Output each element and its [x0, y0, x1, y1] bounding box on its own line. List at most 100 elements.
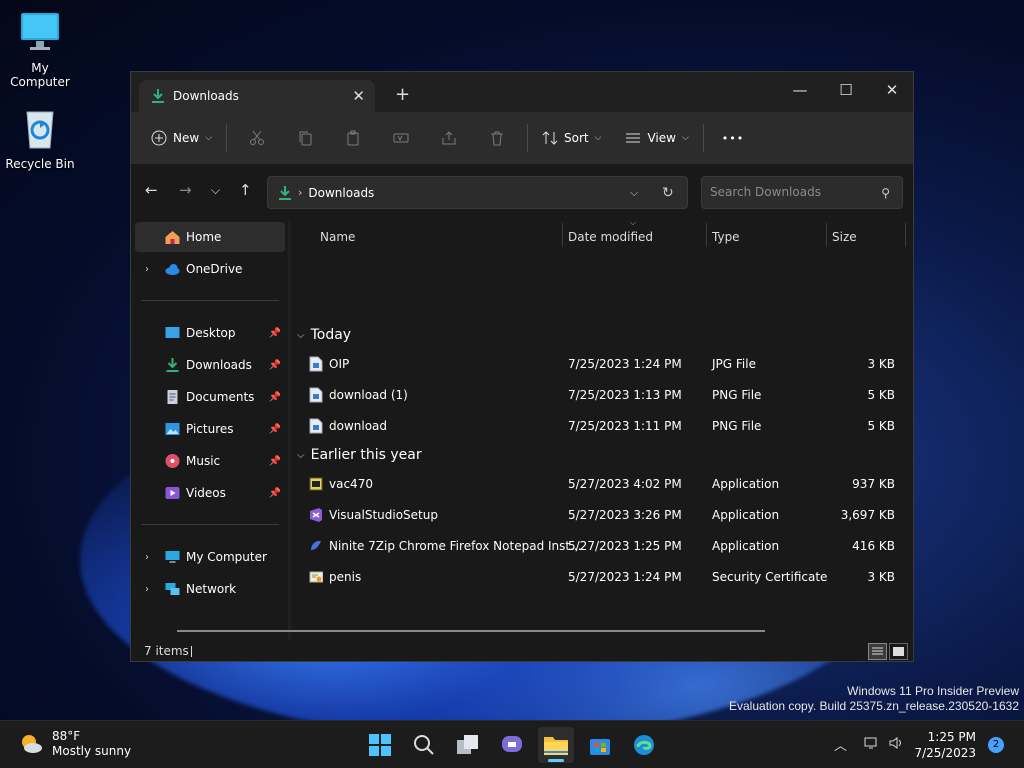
column-divider[interactable]	[826, 223, 827, 247]
column-divider[interactable]	[706, 223, 707, 247]
sidebar-item-pictures[interactable]: Pictures 📌	[135, 414, 285, 444]
watermark-line-2: Evaluation copy. Build 25375.zn_release.…	[729, 699, 1019, 713]
forward-arrow-icon[interactable]: →	[179, 181, 192, 199]
refresh-icon[interactable]: ↻	[662, 185, 674, 201]
teams-chat-button[interactable]	[494, 727, 530, 763]
sidebar-item-onedrive[interactable]: › OneDrive	[135, 254, 285, 284]
expand-chevron-icon[interactable]: ›	[145, 264, 149, 275]
close-window-icon[interactable]: ✕	[869, 76, 915, 104]
file-date: 5/27/2023 1:25 PM	[568, 539, 682, 553]
delete-icon[interactable]	[473, 122, 521, 154]
minimize-icon[interactable]: —	[777, 76, 823, 104]
edge-browser-button[interactable]	[626, 727, 662, 763]
group-header-earlier-this-year[interactable]: ⌵ Earlier this year	[297, 447, 422, 463]
collapse-chevron-icon[interactable]: ⌵	[297, 450, 305, 461]
file-size: 937 KB	[852, 477, 895, 491]
new-button[interactable]: New ⌵	[143, 122, 220, 154]
ninite-icon	[311, 540, 321, 550]
maximize-icon[interactable]: ☐	[823, 76, 869, 104]
up-arrow-icon[interactable]: ↑	[239, 181, 252, 199]
weather-condition: Mostly sunny	[52, 744, 132, 758]
table-row[interactable]: VisualStudioSetup 5/27/2023 3:26 PM Appl…	[305, 501, 905, 529]
new-tab-icon[interactable]: +	[395, 84, 410, 105]
group-header-today[interactable]: ⌵ Today	[297, 327, 351, 343]
view-button[interactable]: View ⌵	[617, 122, 696, 154]
microsoft-store-button[interactable]	[582, 727, 618, 763]
table-row[interactable]: download (1) 7/25/2023 1:13 PM PNG File …	[305, 381, 905, 409]
column-header-size[interactable]: Size	[832, 225, 857, 249]
desktop-icon-label: Recycle Bin	[5, 157, 75, 171]
weather-widget[interactable]: 88°F Mostly sunny	[18, 729, 131, 759]
network-status-icon[interactable]	[864, 735, 880, 755]
notification-badge[interactable]: 2	[988, 737, 1004, 753]
download-icon	[279, 185, 291, 200]
task-view-button[interactable]	[450, 727, 486, 763]
share-icon[interactable]	[425, 122, 473, 154]
file-type: JPG File	[712, 357, 756, 371]
expand-chevron-icon[interactable]: ›	[145, 552, 149, 563]
search-box[interactable]: ⚲	[701, 176, 903, 209]
desktop-icon-recycle-bin[interactable]: Recycle Bin	[0, 106, 80, 171]
sidebar-item-videos[interactable]: Videos 📌	[135, 478, 285, 508]
column-header-name[interactable]: Name	[320, 225, 355, 249]
edge-icon	[634, 735, 654, 755]
sidebar-item-music[interactable]: Music 📌	[135, 446, 285, 476]
collapse-chevron-icon[interactable]: ⌵	[297, 330, 305, 341]
search-taskbar-button[interactable]	[406, 727, 442, 763]
show-hidden-icons-chevron[interactable]: ︿	[834, 735, 847, 754]
tiles-view-icon[interactable]	[889, 643, 908, 660]
table-row[interactable]: Ninite 7Zip Chrome Firefox Notepad Inst.…	[305, 532, 905, 560]
sidebar-item-label: Home	[186, 230, 222, 244]
more-options-button[interactable]: •••	[714, 122, 752, 154]
file-name: OIP	[329, 357, 350, 371]
sidebar-item-downloads[interactable]: Downloads 📌	[135, 350, 285, 380]
sidebar-divider	[141, 300, 279, 301]
desktop-icon-my-computer[interactable]: My Computer	[0, 10, 80, 89]
column-header-type[interactable]: Type	[712, 225, 740, 249]
breadcrumb-downloads[interactable]: Downloads	[308, 186, 374, 200]
system-clock[interactable]: 1:25 PM 7/25/2023	[912, 729, 976, 761]
sidebar-item-documents[interactable]: Documents 📌	[135, 382, 285, 412]
expand-chevron-icon[interactable]: ›	[145, 584, 149, 595]
column-divider[interactable]	[562, 223, 563, 247]
search-input[interactable]	[710, 185, 870, 199]
address-dropdown-icon[interactable]: ⌵	[630, 186, 638, 200]
rename-icon[interactable]	[377, 122, 425, 154]
sidebar-item-my-computer[interactable]: › My Computer	[135, 542, 285, 572]
table-row[interactable]: download 7/25/2023 1:11 PM PNG File 5 KB	[305, 412, 905, 440]
view-button-label: View	[647, 131, 676, 145]
sidebar-item-network[interactable]: › Network	[135, 574, 285, 604]
item-count: 7 items	[144, 644, 189, 658]
sidebar-item-home[interactable]: Home	[135, 222, 285, 252]
sort-button[interactable]: Sort ⌵	[534, 122, 609, 154]
file-name: VisualStudioSetup	[329, 508, 438, 522]
computer-icon	[165, 551, 180, 563]
cut-icon[interactable]	[233, 122, 281, 154]
sidebar-item-desktop[interactable]: Desktop 📌	[135, 318, 285, 348]
tab-close-icon[interactable]: ✕	[352, 87, 365, 105]
back-arrow-icon[interactable]: ←	[145, 181, 158, 199]
file-explorer-taskbar-button[interactable]	[538, 727, 574, 763]
details-view-icon[interactable]	[868, 643, 887, 660]
tab-downloads[interactable]: Downloads ✕	[139, 80, 375, 112]
address-bar[interactable]: › Downloads ⌵ ↻	[267, 176, 688, 209]
column-divider[interactable]	[905, 223, 906, 247]
table-row[interactable]: penis 5/27/2023 1:24 PM Security Certifi…	[305, 563, 905, 591]
paste-icon[interactable]	[329, 122, 377, 154]
recent-locations-chevron-icon[interactable]: ⌵	[211, 183, 220, 198]
desktop-folder-icon	[165, 327, 180, 338]
volume-icon[interactable]	[888, 735, 904, 755]
desktop-icon-label: My Computer	[10, 61, 70, 89]
file-name: download	[329, 419, 388, 433]
file-name: download (1)	[329, 388, 408, 402]
plus-circle-icon	[151, 130, 167, 146]
table-row[interactable]: OIP 7/25/2023 1:24 PM JPG File 3 KB	[305, 350, 905, 378]
column-header-date-modified[interactable]: Date modified	[568, 225, 653, 249]
pin-icon: 📌	[268, 423, 281, 435]
sidebar-item-label: Music	[186, 454, 221, 468]
copy-icon[interactable]	[281, 122, 329, 154]
horizontal-scrollbar[interactable]	[177, 630, 765, 632]
table-row[interactable]: vac470 5/27/2023 4:02 PM Application 937…	[305, 470, 905, 498]
chevron-down-icon: ⌵	[594, 133, 602, 143]
start-button[interactable]	[362, 727, 398, 763]
